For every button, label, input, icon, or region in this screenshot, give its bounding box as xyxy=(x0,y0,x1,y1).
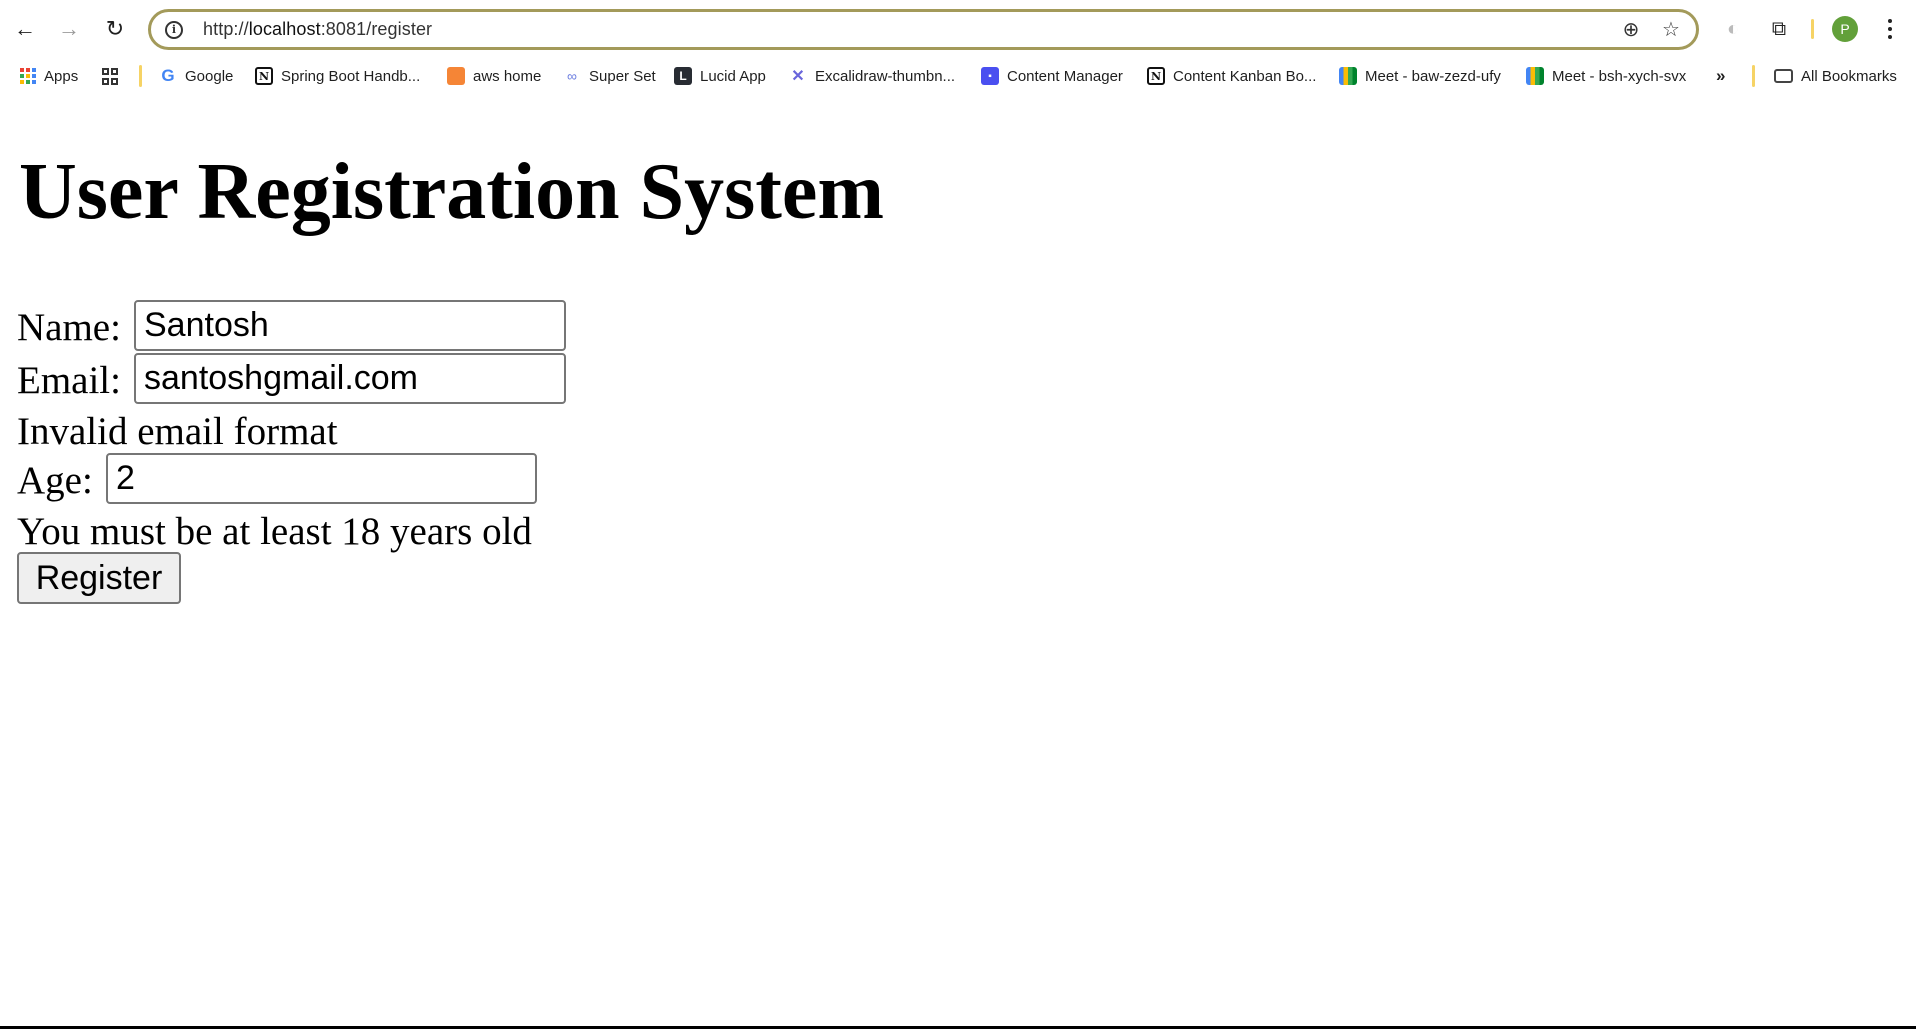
back-arrow-icon: ← xyxy=(14,16,36,41)
name-input[interactable] xyxy=(134,300,566,351)
apps-icon xyxy=(20,68,36,84)
url-host: localhost xyxy=(248,19,321,39)
email-label: Email: xyxy=(17,359,121,402)
meet-icon xyxy=(1339,67,1357,85)
bookmark-lucid-app[interactable]: L Lucid App xyxy=(674,62,766,90)
reload-icon: ↻ xyxy=(105,16,125,41)
bookmark-aws-home[interactable]: aws home xyxy=(447,62,541,90)
browser-menu-button[interactable] xyxy=(1880,14,1900,44)
age-input[interactable] xyxy=(106,453,537,504)
address-bar[interactable]: i http://localhost:8081/register ⊕ ☆ xyxy=(148,9,1699,50)
folder-icon xyxy=(1774,69,1793,83)
dot xyxy=(1888,27,1892,31)
bookmark-content-kanban[interactable]: N Content Kanban Bo... xyxy=(1147,62,1316,90)
age-error-message: You must be at least 18 years old xyxy=(17,510,532,553)
url-scheme: http:// xyxy=(203,19,249,39)
bookmark-label: Super Set xyxy=(589,67,656,85)
chevrons-right-icon: » xyxy=(1716,66,1726,85)
register-button[interactable]: Register xyxy=(17,552,181,604)
bookmark-label: Spring Boot Handb... xyxy=(281,67,421,85)
reload-button[interactable]: ↻ xyxy=(100,14,130,44)
site-info-icon[interactable]: i xyxy=(165,20,183,39)
bookmark-meet-1[interactable]: Meet - baw-zezd-ufy xyxy=(1339,62,1501,90)
bookmark-star-icon[interactable]: ☆ xyxy=(1656,15,1686,45)
bookmarks-divider xyxy=(139,65,142,87)
email-error-message: Invalid email format xyxy=(17,410,338,453)
url-path: :8081/register xyxy=(320,19,433,39)
page-title: User Registration System xyxy=(19,148,885,236)
bookmark-label: Google xyxy=(185,67,234,85)
bookmarks-divider xyxy=(1752,65,1755,87)
aws-icon xyxy=(447,67,465,85)
lucid-icon: L xyxy=(674,67,692,85)
bookmark-label: Apps xyxy=(44,67,79,85)
dot xyxy=(1888,19,1892,23)
superset-icon: ∞ xyxy=(567,68,577,84)
bookmark-all-bookmarks[interactable]: All Bookmarks xyxy=(1774,62,1897,90)
forward-button[interactable]: → xyxy=(54,14,84,44)
notion-icon: N xyxy=(255,67,273,85)
bookmark-super-set[interactable]: ∞ Super Set xyxy=(563,62,656,90)
bookmark-label: Content Manager xyxy=(1007,67,1123,85)
email-input[interactable] xyxy=(134,353,566,404)
bookmark-excalidraw[interactable]: ✕ Excalidraw-thumbn... xyxy=(789,62,955,90)
back-button[interactable]: ← xyxy=(10,14,40,44)
bookmark-meet-2[interactable]: Meet - bsh-xych-svx xyxy=(1526,62,1686,90)
bookmarks-overflow-button[interactable]: » xyxy=(1716,62,1725,90)
bookmark-label: aws home xyxy=(473,67,542,85)
age-label: Age: xyxy=(17,459,93,502)
bookmark-label: Content Kanban Bo... xyxy=(1173,67,1317,85)
profile-avatar[interactable]: P xyxy=(1832,16,1858,42)
meet-icon xyxy=(1526,67,1544,85)
url-text[interactable]: http://localhost:8081/register xyxy=(203,19,1616,40)
grid-icon xyxy=(101,67,119,85)
bookmark-label: Meet - baw-zezd-ufy xyxy=(1365,67,1501,85)
bookmark-label: All Bookmarks xyxy=(1801,67,1897,85)
toolbar-divider xyxy=(1811,19,1814,39)
bookmark-label: Meet - bsh-xych-svx xyxy=(1552,67,1687,85)
google-icon: G xyxy=(161,66,175,85)
excalidraw-icon: ✕ xyxy=(791,68,805,85)
zoom-icon[interactable]: ⊕ xyxy=(1616,15,1646,45)
dot xyxy=(1888,35,1892,39)
content-manager-icon: ▪ xyxy=(981,67,999,85)
bookmark-google[interactable]: G Google xyxy=(159,62,233,90)
bookmark-label: Excalidraw-thumbn... xyxy=(815,67,956,85)
browser-chrome: ← → ↻ i http://localhost:8081/register ⊕… xyxy=(0,0,1916,96)
forward-arrow-icon: → xyxy=(58,16,80,41)
bookmark-content-manager[interactable]: ▪ Content Manager xyxy=(981,62,1123,90)
bookmark-apps[interactable]: Apps xyxy=(20,62,78,90)
notion-icon: N xyxy=(1147,67,1165,85)
extension-icon[interactable]: ◐ xyxy=(1718,14,1748,44)
bookmark-spring-boot[interactable]: N Spring Boot Handb... xyxy=(255,62,420,90)
bookmark-label: Lucid App xyxy=(700,67,766,85)
name-label: Name: xyxy=(17,306,121,349)
extensions-puzzle-icon[interactable]: ⧉ xyxy=(1764,14,1794,44)
bookmarks-bar: Apps G Google N Spring Boot Handb... aws… xyxy=(0,62,1916,90)
bookmark-tab-groups[interactable] xyxy=(101,62,127,90)
